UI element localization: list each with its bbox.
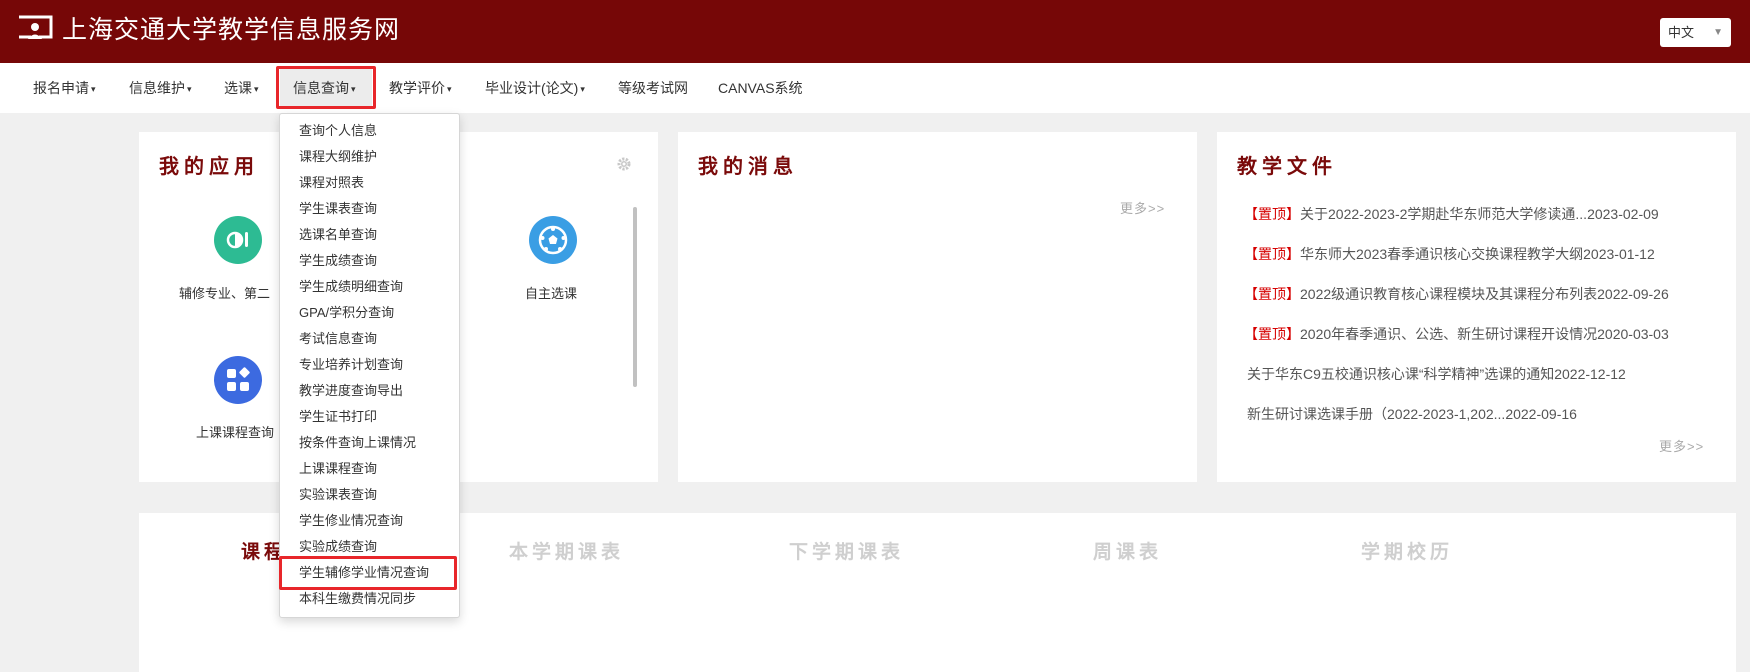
tab-this-semester[interactable]: 本学期课表 — [509, 537, 624, 564]
app-label-minor[interactable]: 辅修专业、第二 — [179, 283, 270, 302]
teaching-docs-card: 教学文件 【置顶】关于2022-2023-2学期赴华东师范大学修读通...202… — [1217, 132, 1736, 482]
info-query-dropdown: 查询个人信息 课程大纲维护 课程对照表 学生课表查询 选课名单查询 学生成绩查询… — [279, 113, 460, 618]
nav-item-course-selection[interactable]: 选课 ▾ — [224, 78, 259, 99]
apps-scrollbar[interactable] — [633, 207, 637, 387]
site-title: 上海交通大学教学信息服务网 — [62, 16, 401, 44]
menu-item[interactable]: 学生修业情况查询 — [299, 513, 403, 529]
menu-item[interactable]: 实验成绩查询 — [299, 539, 377, 555]
tab-weekly[interactable]: 周课表 — [1093, 537, 1162, 564]
menu-item[interactable]: 学生证书打印 — [299, 409, 377, 425]
tab-calendar[interactable]: 学期校历 — [1361, 537, 1453, 564]
menu-item[interactable]: GPA/学积分查询 — [299, 305, 394, 321]
gear-icon[interactable] — [616, 156, 632, 172]
menu-item[interactable]: 本科生缴费情况同步 — [299, 591, 416, 607]
caret-down-icon: ▾ — [254, 84, 259, 95]
doc-row[interactable]: 【置顶】华东师大2023春季通识核心交换课程教学大纲2023-01-12 — [1244, 244, 1655, 264]
doc-row[interactable]: 【置顶】2022级通识教育核心课程模块及其课程分布列表2022-09-26 — [1244, 284, 1669, 304]
pie-chart-icon[interactable] — [214, 216, 262, 264]
top-header: 上海交通大学教学信息服务网 中文 ▼ — [0, 0, 1750, 63]
pinned-tag: 【置顶】 — [1244, 286, 1300, 302]
messages-more-link[interactable]: 更多>> — [1120, 198, 1165, 217]
menu-highlight-box — [279, 556, 457, 590]
nav-item-canvas[interactable]: CANVAS系统 — [718, 78, 803, 98]
menu-item[interactable]: 课程对照表 — [299, 175, 364, 191]
menu-item[interactable]: 学生成绩明细查询 — [299, 279, 403, 295]
menu-item[interactable]: 学生成绩查询 — [299, 253, 377, 269]
menu-item[interactable]: 教学进度查询导出 — [299, 383, 403, 399]
nav-highlight-box — [276, 66, 376, 109]
apps-grid-icon[interactable] — [214, 356, 262, 404]
pinned-tag: 【置顶】 — [1244, 246, 1300, 262]
doc-row[interactable]: 关于华东C9五校通识核心课“科学精神”选课的通知2022-12-12 — [1247, 364, 1626, 384]
language-select[interactable]: 中文 ▼ — [1660, 18, 1731, 47]
app-label-self-select[interactable]: 自主选课 — [525, 283, 577, 302]
menu-item[interactable]: 上课课程查询 — [299, 461, 377, 477]
nav-item-level-exam[interactable]: 等级考试网 — [618, 78, 688, 98]
pinned-tag: 【置顶】 — [1244, 326, 1300, 342]
teaching-docs-title: 教学文件 — [1237, 156, 1337, 178]
doc-row[interactable]: 【置顶】2020年春季通识、公选、新生研讨课程开设情况2020-03-03 — [1244, 324, 1669, 344]
menu-item[interactable]: 查询个人信息 — [299, 123, 377, 139]
main-nav: 报名申请 ▾ 信息维护 ▾ 选课 ▾ 信息查询 ▾ 教学评价 ▾ 毕业设计(论文) ▾ 等级… — [0, 63, 1750, 113]
nav-item-thesis[interactable]: 毕业设计(论文) ▾ — [485, 78, 585, 99]
menu-item[interactable]: 实验课表查询 — [299, 487, 377, 503]
caret-down-icon: ▾ — [187, 84, 192, 95]
doc-row[interactable]: 新生研讨课选课手册（2022-2023-1,202...2022-09-16 — [1247, 404, 1577, 424]
my-messages-card: 我的消息 更多>> — [678, 132, 1197, 482]
nav-item-info-maintenance[interactable]: 信息维护 ▾ — [129, 78, 192, 99]
menu-item[interactable]: 按条件查询上课情况 — [299, 435, 416, 451]
monitor-user-logo-icon — [19, 15, 53, 39]
my-messages-title: 我的消息 — [698, 156, 798, 178]
nav-item-teaching-evaluation[interactable]: 教学评价 ▾ — [389, 78, 452, 99]
caret-down-icon: ▾ — [580, 84, 585, 95]
docs-more-link[interactable]: 更多>> — [1659, 436, 1704, 455]
app-label-class-query[interactable]: 上课课程查询 — [196, 422, 274, 441]
soccer-ball-icon[interactable] — [529, 216, 577, 264]
menu-item[interactable]: 考试信息查询 — [299, 331, 377, 347]
chevron-down-icon: ▼ — [1713, 27, 1723, 38]
menu-item[interactable]: 专业培养计划查询 — [299, 357, 403, 373]
menu-item[interactable]: 选课名单查询 — [299, 227, 377, 243]
caret-down-icon: ▾ — [447, 84, 452, 95]
doc-row[interactable]: 【置顶】关于2022-2023-2学期赴华东师范大学修读通...2023-02-… — [1244, 204, 1659, 224]
tab-next-semester[interactable]: 下学期课表 — [789, 537, 904, 564]
language-value: 中文 — [1668, 25, 1695, 40]
caret-down-icon: ▾ — [91, 84, 96, 95]
menu-item[interactable]: 课程大纲维护 — [299, 149, 377, 165]
my-apps-title: 我的应用 — [159, 156, 259, 178]
nav-item-registration[interactable]: 报名申请 ▾ — [33, 78, 96, 99]
pinned-tag: 【置顶】 — [1244, 206, 1300, 222]
menu-item[interactable]: 学生课表查询 — [299, 201, 377, 217]
